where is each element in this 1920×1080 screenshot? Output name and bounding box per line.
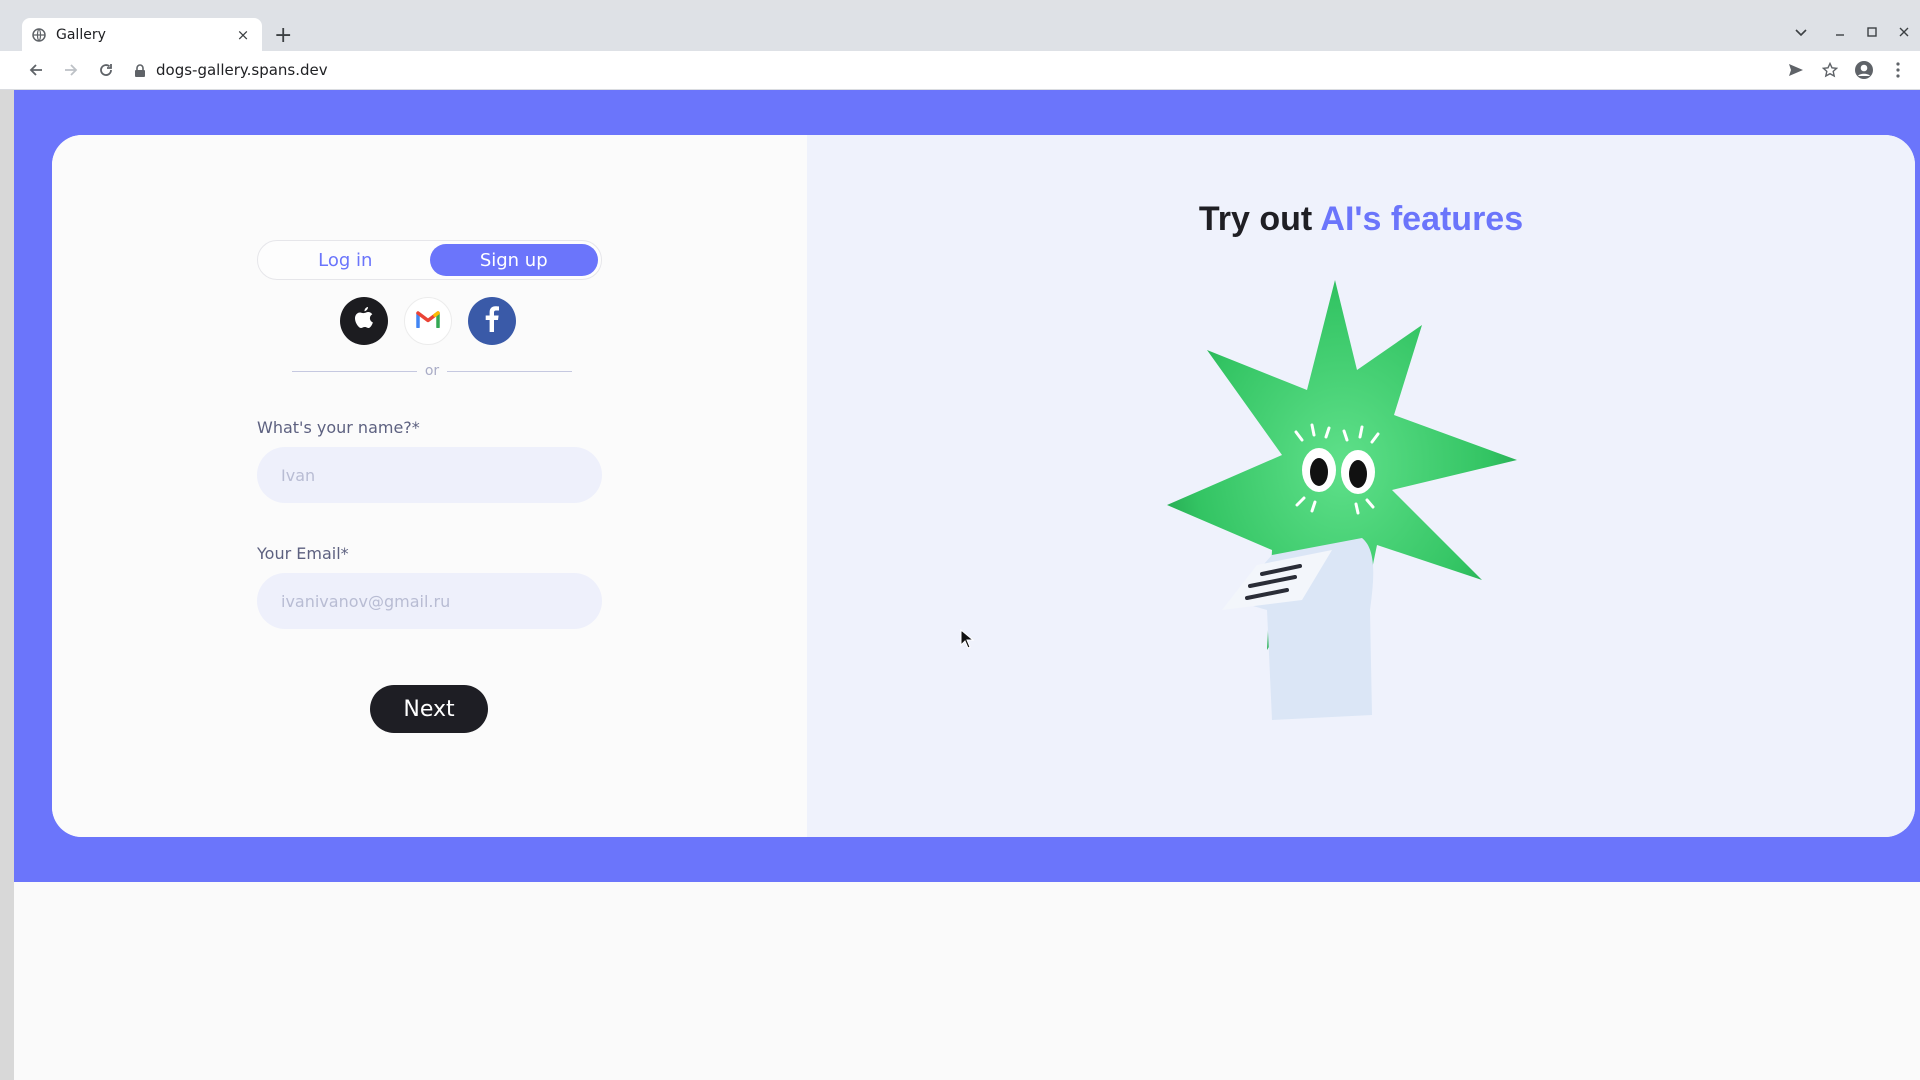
maximize-icon[interactable]: [1856, 20, 1888, 44]
auth-card: Log in Sign up or What's your name?* Iva…: [52, 135, 1915, 837]
email-input[interactable]: [257, 573, 602, 629]
profile-icon[interactable]: [1850, 55, 1878, 85]
facebook-icon: [485, 306, 499, 336]
kebab-menu-icon[interactable]: [1884, 55, 1912, 85]
gmail-login-button[interactable]: [404, 297, 452, 345]
page-left-border: [0, 90, 14, 1080]
promo-title-accent: AI's features: [1320, 200, 1524, 238]
promo-title-plain: Try out: [1198, 200, 1321, 238]
forward-arrow-icon[interactable]: [55, 54, 87, 86]
hero-section: Log in Sign up or What's your name?* Iva…: [14, 90, 1920, 882]
mouse-cursor-icon: [960, 629, 974, 649]
or-divider: or: [292, 361, 573, 381]
globe-icon: [32, 27, 46, 42]
name-label: What's your name?*: [257, 418, 420, 437]
auth-panel: Log in Sign up or What's your name?* Iva…: [52, 135, 807, 837]
window-controls: [1824, 20, 1920, 44]
divider-line-right: [447, 370, 573, 372]
email-label: Your Email*: [257, 544, 349, 563]
mascot-paper-note: [1222, 538, 1374, 720]
tab-title: Gallery: [56, 26, 106, 43]
promo-panel: Try out AI's features: [807, 135, 1915, 837]
url-text: dogs-gallery.spans.dev: [156, 61, 328, 79]
browser-toolbar: dogs-gallery.spans.dev: [0, 51, 1920, 90]
lock-icon[interactable]: [134, 63, 146, 77]
back-arrow-icon[interactable]: [20, 54, 52, 86]
tab-close-icon[interactable]: ×: [234, 26, 252, 44]
chevron-down-icon[interactable]: [1795, 26, 1807, 41]
gmail-icon: [416, 310, 440, 332]
promo-title: Try out AI's features: [807, 200, 1915, 239]
next-button[interactable]: Next: [370, 685, 488, 733]
reload-icon[interactable]: [90, 54, 122, 86]
divider-line-left: [292, 370, 417, 372]
tab-sign-up[interactable]: Sign up: [429, 244, 598, 276]
browser-chrome: Gallery × + dogs-gallery.spans.dev: [0, 0, 1920, 90]
new-tab-button[interactable]: +: [274, 23, 292, 48]
star-mascot-illustration: [1167, 280, 1517, 720]
tab-strip: Gallery × +: [0, 10, 1920, 51]
apple-icon: [353, 306, 375, 336]
page-viewport: Log in Sign up or What's your name?* Iva…: [0, 90, 1920, 1080]
apple-login-button[interactable]: [340, 297, 388, 345]
send-icon[interactable]: [1782, 55, 1810, 85]
facebook-login-button[interactable]: [468, 297, 516, 345]
star-icon[interactable]: [1816, 55, 1844, 85]
browser-tab[interactable]: Gallery ×: [22, 18, 262, 51]
social-login-row: [340, 297, 516, 345]
minimize-icon[interactable]: [1824, 20, 1856, 44]
close-icon[interactable]: [1888, 20, 1920, 44]
address-bar[interactable]: dogs-gallery.spans.dev: [124, 55, 1774, 85]
toolbar-actions: [1782, 55, 1912, 85]
tab-log-in[interactable]: Log in: [261, 244, 430, 276]
or-text: or: [424, 363, 440, 379]
auth-mode-toggle: Log in Sign up: [257, 240, 602, 280]
name-input[interactable]: [257, 447, 602, 503]
